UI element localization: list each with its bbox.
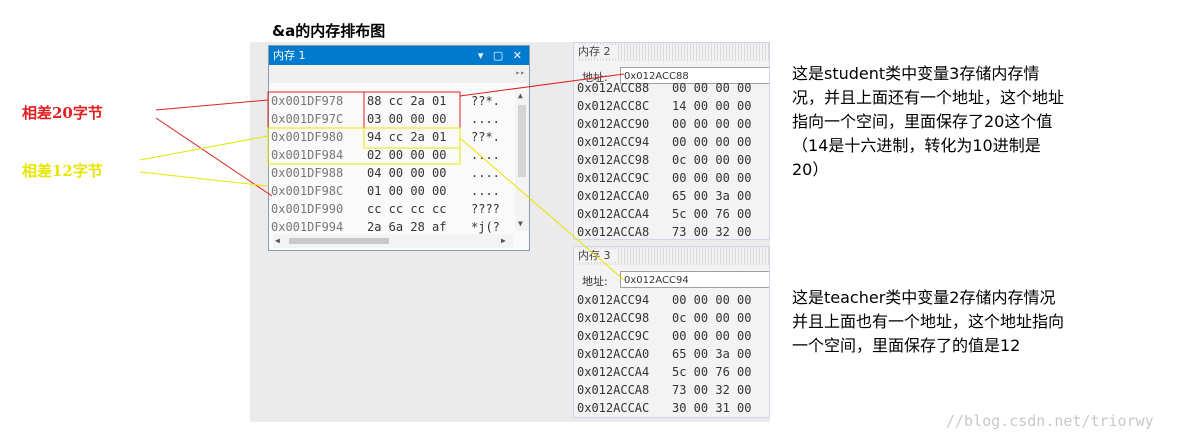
yellow-highlight-box	[363, 127, 461, 149]
red-line	[155, 99, 269, 111]
yellow-line	[139, 135, 269, 161]
red-pointer-line	[459, 73, 625, 97]
annotation-overlay	[139, 73, 625, 281]
red-address-box	[267, 91, 365, 129]
red-highlight-box	[363, 91, 461, 129]
yellow-pointer-line	[459, 137, 625, 281]
yellow-line	[139, 171, 269, 187]
